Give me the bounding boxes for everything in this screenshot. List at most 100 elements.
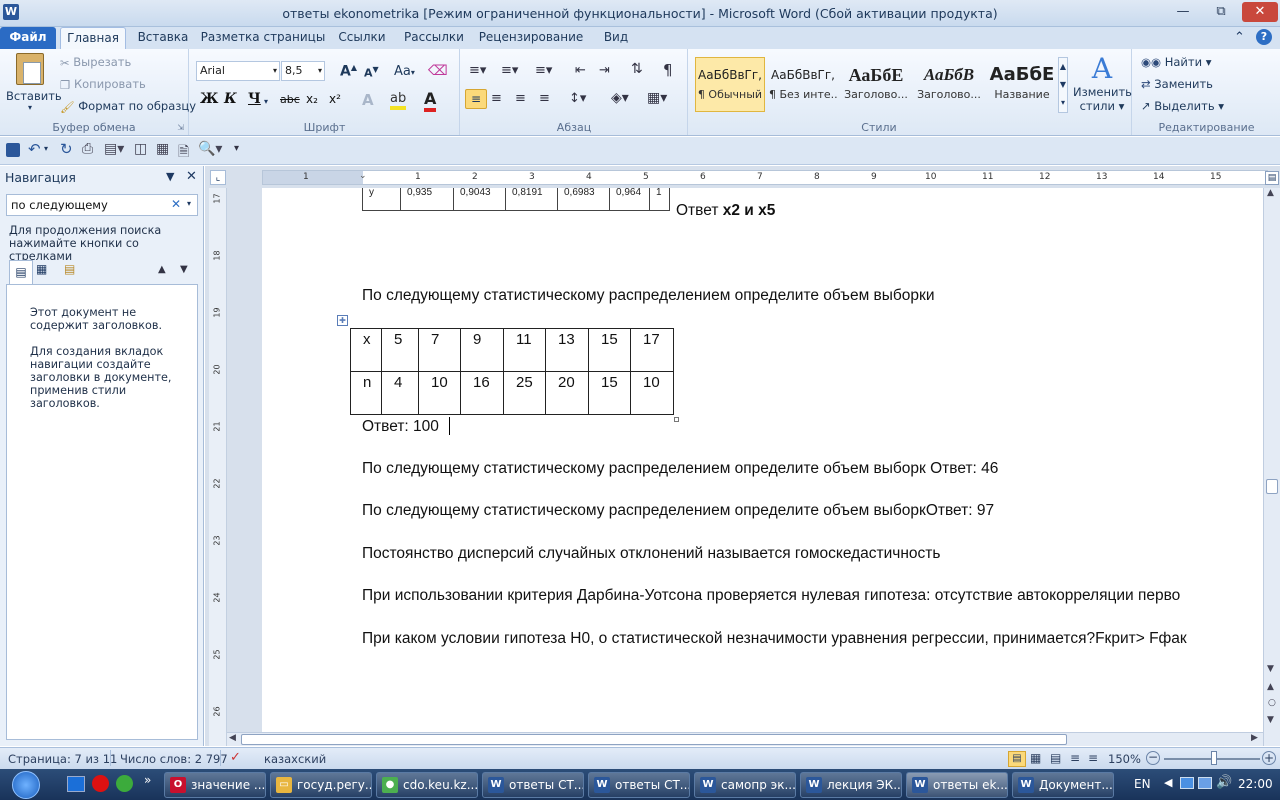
shrink-font-button[interactable]: A▼ <box>364 65 379 80</box>
tray-arrow-icon[interactable]: ◀ <box>1164 776 1172 789</box>
table-move-handle-icon[interactable]: ✚ <box>337 315 348 326</box>
style-no-spacing[interactable]: АаБбВвГг, ¶ Без инте... <box>768 57 838 112</box>
increase-indent-icon[interactable]: ⇥ <box>599 63 610 78</box>
zoom-in-icon[interactable]: + <box>1262 751 1276 765</box>
horizontal-ruler[interactable]: ⌄ 1 2 3 4 5 6 7 8 9 10 11 12 13 14 15 1 <box>262 170 1268 185</box>
word-count[interactable]: Число слов: 2 797 <box>120 752 228 766</box>
taskbar-item[interactable]: ● cdo.keu.kz... <box>376 772 478 798</box>
taskbar-item[interactable]: ▭ госуд.регу... <box>270 772 372 798</box>
tab-insert[interactable]: Вставка <box>130 27 196 49</box>
web-layout-icon[interactable]: ▤ <box>1050 751 1061 765</box>
zoom-level[interactable]: 150% <box>1108 752 1141 766</box>
tab-mailings[interactable]: Рассылки <box>398 27 470 49</box>
proofing-icon[interactable]: ✓ <box>230 750 241 765</box>
volume-icon[interactable]: 🔊 <box>1216 775 1232 790</box>
full-screen-icon[interactable]: ▦ <box>1030 751 1041 765</box>
justify-icon[interactable]: ≡ <box>539 91 550 106</box>
copy-button[interactable]: ❐ Копировать <box>60 77 146 92</box>
scroll-up-icon[interactable]: ▲ <box>1267 188 1274 198</box>
numbering-icon[interactable]: ≡▾ <box>501 63 518 78</box>
change-case-button[interactable]: Aa▾ <box>394 64 415 79</box>
torrent-icon[interactable] <box>116 775 133 792</box>
change-styles-button[interactable]: A Изменить стили ▾ <box>1073 53 1132 114</box>
taskbar-item[interactable]: Oзначение ... <box>164 772 266 798</box>
line-spacing-icon[interactable]: ↕▾ <box>569 91 586 106</box>
taskbar-item[interactable]: Wсамопр эк... <box>694 772 796 798</box>
vertical-scrollbar[interactable]: ▲ ▼ ▲ ○ ▼ <box>1263 188 1280 746</box>
nav-options-icon[interactable]: ▼ <box>166 170 174 183</box>
font-name-select[interactable]: Arial ▾ <box>196 61 280 81</box>
table-resize-handle-icon[interactable] <box>674 417 679 422</box>
help-icon[interactable]: ? <box>1256 29 1272 45</box>
document-page[interactable]: y 0,935 0,9043 0,8191 0,6983 0,964 1 Отв… <box>262 188 1268 732</box>
tab-page-layout[interactable]: Разметка страницы <box>200 27 326 49</box>
horizontal-scrollbar[interactable]: ◀ ▶ <box>227 732 1263 746</box>
restore-button[interactable]: ⧉ <box>1207 2 1235 22</box>
vertical-ruler[interactable]: 17 18 19 20 21 22 23 24 25 26 <box>209 188 227 746</box>
opera-icon[interactable] <box>92 775 109 792</box>
undo-dropdown-icon[interactable]: ▾ <box>44 144 48 153</box>
styles-scroll[interactable]: ▲ ▼ ▾ <box>1058 57 1068 113</box>
nav-search-input[interactable]: по следующему <box>11 198 108 212</box>
tab-file[interactable]: Файл <box>0 27 56 49</box>
style-normal[interactable]: АаБбВвГг, ¶ Обычный <box>695 57 765 112</box>
outline-icon[interactable]: ≡ <box>1070 751 1080 765</box>
minimize-button[interactable]: — <box>1169 2 1197 22</box>
style-title[interactable]: АаБбЕ Название <box>987 57 1057 112</box>
start-button[interactable] <box>12 771 40 799</box>
clear-formatting-icon[interactable]: ⌫ <box>428 63 448 79</box>
clock[interactable]: 22:00 <box>1238 777 1273 791</box>
hscroll-thumb[interactable] <box>241 734 1067 745</box>
underline-dropdown-icon[interactable]: ▾ <box>264 97 268 106</box>
taskbar-item[interactable]: Wответы СТ... <box>482 772 584 798</box>
view-ruler-icon[interactable]: ▤ <box>1265 171 1279 185</box>
network-icon[interactable] <box>1180 777 1194 789</box>
zoom-thumb[interactable] <box>1211 751 1217 765</box>
undo-icon[interactable]: ↶ <box>28 140 41 158</box>
draw-table-icon[interactable]: ◫ <box>134 141 147 157</box>
shading-icon[interactable]: ◈▾ <box>611 90 629 106</box>
expand-quick-launch-icon[interactable]: » <box>144 773 151 787</box>
indent-marker-icon[interactable]: ⌄ <box>359 171 369 184</box>
select-button[interactable]: ↗ Выделить ▾ <box>1141 99 1224 113</box>
taskbar-item[interactable]: W Документ... <box>1012 772 1114 798</box>
dialog-launcher-icon[interactable]: ⇲ <box>177 123 184 132</box>
table-icon[interactable]: ▦ <box>156 141 169 157</box>
style-heading-2[interactable]: АаБбВ Заголово... <box>914 57 984 112</box>
prev-result-icon[interactable]: ▲ <box>158 264 166 275</box>
tab-review[interactable]: Рецензирование <box>474 27 588 49</box>
next-result-icon[interactable]: ▼ <box>180 264 188 275</box>
align-center-icon[interactable]: ≡ <box>491 91 502 106</box>
tab-references[interactable]: Ссылки <box>330 27 394 49</box>
scroll-thumb[interactable] <box>1266 479 1278 494</box>
italic-button[interactable]: К <box>224 91 237 107</box>
cut-button[interactable]: ✂ Вырезать <box>60 55 131 70</box>
print-icon[interactable]: ⎙ <box>82 141 93 157</box>
align-right-icon[interactable]: ≡ <box>515 91 526 106</box>
customize-qat-icon[interactable]: ▾ <box>234 143 239 154</box>
taskbar-item[interactable]: Wлекция ЭК... <box>800 772 902 798</box>
quick-print-icon[interactable]: ▤▾ <box>104 141 124 157</box>
print-layout-icon[interactable]: ▤ <box>1008 751 1026 767</box>
nav-close-icon[interactable]: ✕ <box>186 169 197 184</box>
style-heading-1[interactable]: АаБбЕ Заголово... <box>841 57 911 112</box>
decrease-indent-icon[interactable]: ⇤ <box>575 63 586 78</box>
draft-icon[interactable]: ≡ <box>1088 751 1098 765</box>
subscript-button[interactable]: x₂ <box>306 92 318 106</box>
show-desktop-icon[interactable] <box>67 776 85 792</box>
text-effects-icon[interactable]: A <box>362 91 374 109</box>
nav-tab-results[interactable]: ▤ <box>64 262 75 276</box>
language[interactable]: казахский <box>264 752 326 766</box>
scroll-left-icon[interactable]: ◀ <box>229 733 236 743</box>
bold-button[interactable]: Ж <box>200 91 218 107</box>
multilevel-list-icon[interactable]: ≡▾ <box>535 63 552 78</box>
save-icon[interactable] <box>6 143 20 157</box>
print-preview-icon[interactable]: 🔍▾ <box>198 141 222 157</box>
superscript-button[interactable]: x² <box>329 92 341 106</box>
close-button[interactable]: ✕ <box>1242 2 1278 22</box>
tab-home[interactable]: Главная <box>60 27 126 49</box>
replace-button[interactable]: ⇄ Заменить <box>1141 77 1213 91</box>
redo-icon[interactable]: ↻ <box>60 140 73 158</box>
nav-tab-pages[interactable]: ▦ <box>36 262 47 276</box>
taskbar-item-active[interactable]: Wответы ek... <box>906 772 1008 798</box>
